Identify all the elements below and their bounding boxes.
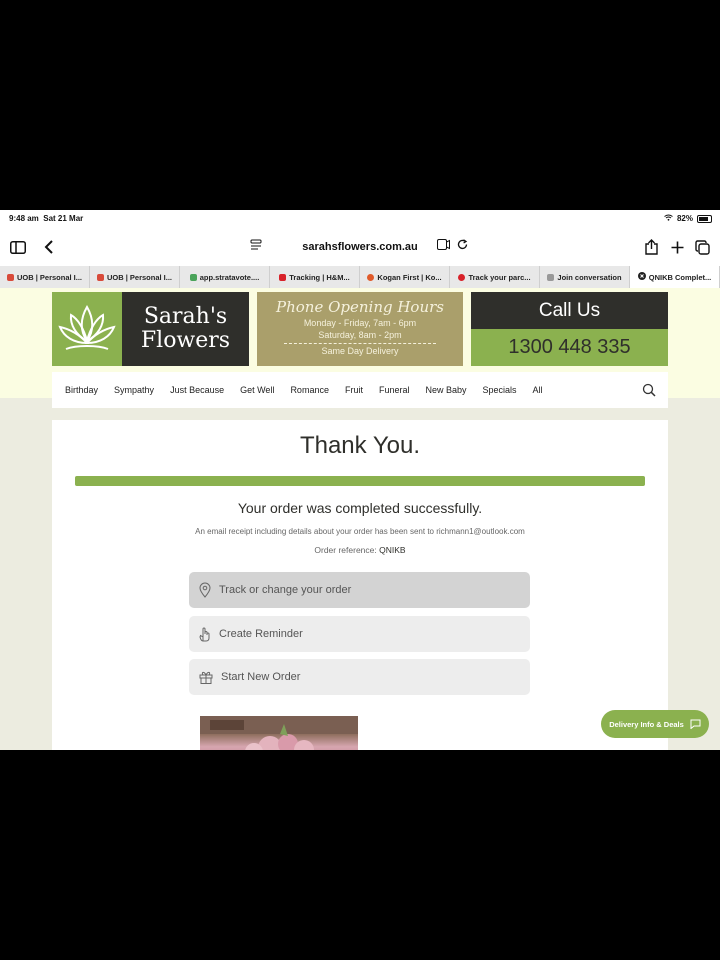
chat-icon bbox=[690, 719, 701, 729]
sidebar-icon[interactable] bbox=[9, 238, 27, 256]
browser-tab-active[interactable]: QNIKB Complet... bbox=[630, 266, 720, 288]
order-progress-bar bbox=[75, 476, 645, 486]
browser-tab[interactable]: UOB | Personal I... bbox=[90, 266, 180, 288]
order-reference-code: QNIKB bbox=[379, 545, 406, 555]
time-text: 9:48 am bbox=[9, 214, 39, 223]
nav-item-new-baby[interactable]: New Baby bbox=[425, 385, 466, 395]
address-bar[interactable]: sarahsflowers.com.au bbox=[244, 234, 476, 260]
tab-label: UOB | Personal I... bbox=[16, 272, 83, 282]
location-pin-icon bbox=[199, 582, 211, 598]
status-right: 82% bbox=[664, 214, 712, 223]
call-us-banner[interactable]: Call Us 1300 448 335 bbox=[471, 292, 668, 366]
url-text: sarahsflowers.com.au bbox=[302, 241, 418, 253]
cast-icon[interactable] bbox=[437, 239, 450, 253]
tab-favicon bbox=[458, 273, 466, 281]
receipt-message: An email receipt including details about… bbox=[195, 527, 525, 536]
nav-item-all[interactable]: All bbox=[533, 385, 543, 395]
wifi-icon bbox=[664, 214, 673, 223]
tab-overview-icon[interactable] bbox=[693, 238, 711, 256]
page-menu-icon[interactable] bbox=[250, 239, 262, 254]
battery-percent: 82% bbox=[676, 214, 693, 223]
opening-hours-banner: Phone Opening Hours Monday - Friday, 7am… bbox=[257, 292, 463, 366]
track-order-button[interactable]: Track or change your order bbox=[189, 572, 530, 608]
tab-label: Kogan First | Ko... bbox=[377, 272, 442, 282]
page-title: Thank You. bbox=[299, 432, 421, 459]
browser-tab[interactable]: Track your parc... bbox=[450, 266, 540, 288]
start-new-order-button[interactable]: Start New Order bbox=[189, 659, 530, 695]
nav-item-specials[interactable]: Specials bbox=[483, 385, 517, 395]
logo-wordmark: Sarah's Flowers bbox=[122, 292, 249, 366]
tab-label: Join conversation bbox=[557, 272, 622, 282]
browser-tab[interactable]: UOB | Personal I... bbox=[0, 266, 90, 288]
hand-pointer-icon bbox=[199, 627, 210, 641]
browser-tab[interactable]: Join conversation bbox=[540, 266, 630, 288]
delivery-deals-button[interactable]: Delivery Info & Deals bbox=[601, 710, 709, 738]
tab-label: UOB | Personal I... bbox=[106, 272, 173, 282]
site-logo[interactable]: Sarah's Flowers bbox=[52, 292, 249, 366]
nav-item-get-well[interactable]: Get Well bbox=[240, 385, 274, 395]
create-reminder-label: Create Reminder bbox=[219, 628, 303, 640]
lotus-icon bbox=[52, 292, 122, 366]
tab-label: QNIKB Complet... bbox=[648, 272, 712, 282]
website: Sarah's Flowers Phone Opening Hours Mond… bbox=[0, 288, 720, 750]
ipad-screen: 9:48 am Sat 21 Mar 82% sarahsflowers.com… bbox=[0, 210, 720, 750]
nav-item-just-because[interactable]: Just Because bbox=[170, 385, 224, 395]
nav-item-funeral[interactable]: Funeral bbox=[379, 385, 410, 395]
tab-favicon bbox=[6, 273, 14, 281]
delivery-deals-label: Delivery Info & Deals bbox=[609, 719, 684, 729]
order-reference: Order reference: QNIKB bbox=[52, 545, 668, 555]
same-day-delivery: Same Day Delivery bbox=[321, 346, 399, 356]
order-progress-fill bbox=[75, 476, 645, 486]
start-new-order-label: Start New Order bbox=[221, 671, 301, 683]
browser-tab[interactable]: Kogan First | Ko... bbox=[360, 266, 450, 288]
tab-favicon bbox=[96, 273, 104, 281]
nav-item-fruit[interactable]: Fruit bbox=[345, 385, 363, 395]
hours-saturday: Saturday, 8am - 2pm bbox=[318, 330, 402, 340]
browser-tab[interactable]: app.stratavote.... bbox=[180, 266, 270, 288]
nav-item-birthday[interactable]: Birthday bbox=[52, 385, 98, 395]
back-icon[interactable] bbox=[40, 238, 58, 256]
hours-title: Phone Opening Hours bbox=[276, 298, 444, 316]
tab-label: Tracking | H&M... bbox=[289, 272, 350, 282]
nav-item-sympathy[interactable]: Sympathy bbox=[114, 385, 154, 395]
close-tab-icon[interactable] bbox=[637, 272, 646, 282]
phone-number[interactable]: 1300 448 335 bbox=[471, 329, 668, 366]
tab-label: Track your parc... bbox=[468, 272, 531, 282]
tab-bar: UOB | Personal I... UOB | Personal I... … bbox=[0, 266, 720, 288]
track-order-label: Track or change your order bbox=[219, 584, 352, 596]
tab-favicon bbox=[367, 273, 375, 281]
gift-icon bbox=[199, 671, 213, 684]
search-icon[interactable] bbox=[642, 383, 656, 397]
browser-tab[interactable]: Tracking | H&M... bbox=[270, 266, 360, 288]
create-reminder-button[interactable]: Create Reminder bbox=[189, 616, 530, 652]
browser-toolbar: sarahsflowers.com.au bbox=[0, 228, 720, 266]
main-nav: Birthday Sympathy Just Because Get Well … bbox=[52, 372, 668, 408]
hours-weekday: Monday - Friday, 7am - 6pm bbox=[303, 318, 417, 328]
tab-favicon bbox=[547, 273, 555, 281]
success-message: Your order was completed successfully. bbox=[237, 500, 483, 516]
status-time: 9:48 am Sat 21 Mar bbox=[9, 214, 83, 223]
status-bar: 9:48 am Sat 21 Mar 82% bbox=[0, 210, 720, 228]
confirmation-card: Thank You. Your order was completed succ… bbox=[52, 420, 668, 750]
tab-label: app.stratavote.... bbox=[199, 272, 260, 282]
share-icon[interactable] bbox=[642, 238, 660, 256]
logo-line-1: Sarah's bbox=[143, 304, 228, 329]
order-reference-label: Order reference: bbox=[314, 545, 377, 555]
divider bbox=[284, 343, 436, 344]
new-tab-icon[interactable] bbox=[668, 238, 686, 256]
logo-line-2: Flowers bbox=[140, 328, 231, 353]
flower-product-image bbox=[200, 716, 358, 750]
tab-favicon bbox=[189, 273, 197, 281]
call-us-label: Call Us bbox=[471, 292, 668, 329]
tab-favicon bbox=[279, 273, 287, 281]
reload-icon[interactable] bbox=[457, 239, 468, 253]
nav-item-romance[interactable]: Romance bbox=[290, 385, 329, 395]
battery-icon bbox=[697, 214, 712, 223]
date-text: Sat 21 Mar bbox=[43, 214, 84, 223]
